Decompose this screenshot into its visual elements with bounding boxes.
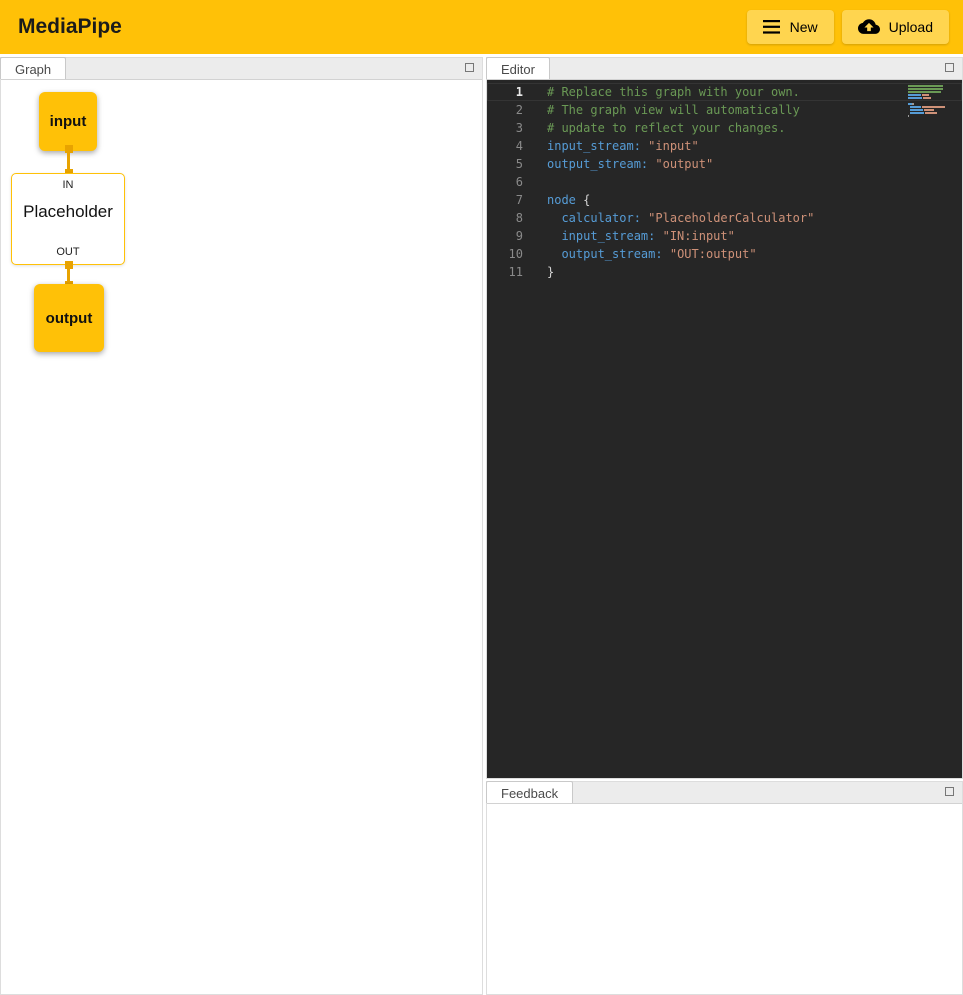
upload-button-label: Upload xyxy=(889,19,933,35)
tab-feedback[interactable]: Feedback xyxy=(486,781,573,803)
code-text: } xyxy=(537,263,554,281)
minimap-line xyxy=(908,115,948,117)
line-number: 6 xyxy=(487,173,537,191)
line-number: 4 xyxy=(487,137,537,155)
tab-graph[interactable]: Graph xyxy=(0,57,66,79)
graph-tabbar: Graph xyxy=(1,58,482,80)
placeholder-in-port-label: IN xyxy=(12,179,124,191)
line-number: 8 xyxy=(487,209,537,227)
app-header: MediaPipe New Upload xyxy=(0,0,963,54)
code-line: 3# update to reflect your changes. xyxy=(487,119,962,137)
port-icon xyxy=(65,145,73,153)
code-text: output_stream: "output" xyxy=(537,155,713,173)
code-text: output_stream: "OUT:output" xyxy=(537,245,757,263)
minimap[interactable] xyxy=(908,85,948,118)
minimap-line xyxy=(908,91,948,93)
cloud-upload-icon xyxy=(858,19,880,35)
code-text: calculator: "PlaceholderCalculator" xyxy=(537,209,814,227)
code-line: 8 calculator: "PlaceholderCalculator" xyxy=(487,209,962,227)
graph-canvas[interactable]: input IN Placeholder OUT output xyxy=(1,80,482,994)
minimap-line xyxy=(908,97,948,99)
feedback-content xyxy=(487,804,962,994)
minimap-line xyxy=(908,85,948,87)
code-text: input_stream: "input" xyxy=(537,137,699,155)
line-number: 5 xyxy=(487,155,537,173)
code-text: input_stream: "IN:input" xyxy=(537,227,735,245)
minimap-line xyxy=(908,112,948,114)
app-title: MediaPipe xyxy=(18,15,122,39)
tab-editor[interactable]: Editor xyxy=(486,57,550,79)
code-text: node { xyxy=(537,191,590,209)
line-number: 3 xyxy=(487,119,537,137)
minimap-line xyxy=(908,100,948,102)
graph-panel: Graph input IN Placeholder OUT output xyxy=(0,57,483,995)
graph-node-output[interactable]: output xyxy=(34,284,104,352)
maximize-icon[interactable] xyxy=(465,63,474,72)
code-text: # Replace this graph with your own. xyxy=(537,83,800,101)
new-button-label: New xyxy=(790,19,818,35)
code-text xyxy=(537,173,554,191)
code-line: 5output_stream: "output" xyxy=(487,155,962,173)
code-lines: 1# Replace this graph with your own.2# T… xyxy=(487,83,962,281)
code-line: 11} xyxy=(487,263,962,281)
port-icon xyxy=(65,261,73,269)
minimap-line xyxy=(908,103,948,105)
code-line: 6 xyxy=(487,173,962,191)
code-text: # The graph view will automatically xyxy=(537,101,800,119)
upload-button[interactable]: Upload xyxy=(842,10,949,44)
code-editor[interactable]: 1# Replace this graph with your own.2# T… xyxy=(487,80,962,778)
code-line: 7node { xyxy=(487,191,962,209)
code-line: 10 output_stream: "OUT:output" xyxy=(487,245,962,263)
feedback-panel: Feedback xyxy=(486,781,963,995)
feedback-tabbar: Feedback xyxy=(487,782,962,804)
edge-input-to-placeholder xyxy=(67,146,70,176)
maximize-icon[interactable] xyxy=(945,787,954,796)
minimap-line xyxy=(908,94,948,96)
line-number: 11 xyxy=(487,263,537,281)
minimap-line xyxy=(908,109,948,111)
placeholder-node-title: Placeholder xyxy=(12,202,124,222)
editor-tabbar: Editor xyxy=(487,58,962,80)
placeholder-out-port-label: OUT xyxy=(12,246,124,258)
line-number: 2 xyxy=(487,101,537,119)
tab-graph-label: Graph xyxy=(15,62,51,77)
code-line: 9 input_stream: "IN:input" xyxy=(487,227,962,245)
minimap-line xyxy=(908,88,948,90)
code-line: 4input_stream: "input" xyxy=(487,137,962,155)
new-button[interactable]: New xyxy=(747,10,834,44)
maximize-icon[interactable] xyxy=(945,63,954,72)
minimap-line xyxy=(908,106,948,108)
line-number: 1 xyxy=(487,83,537,101)
graph-node-placeholder[interactable]: IN Placeholder OUT xyxy=(11,173,125,265)
code-text: # update to reflect your changes. xyxy=(537,119,785,137)
line-number: 7 xyxy=(487,191,537,209)
tab-feedback-label: Feedback xyxy=(501,786,558,801)
line-number: 10 xyxy=(487,245,537,263)
line-number: 9 xyxy=(487,227,537,245)
graph-node-input[interactable]: input xyxy=(39,92,97,151)
code-line: 2# The graph view will automatically xyxy=(487,101,962,119)
menu-icon xyxy=(763,20,781,34)
header-buttons: New Upload xyxy=(747,10,949,44)
code-line: 1# Replace this graph with your own. xyxy=(487,83,962,101)
editor-panel: Editor 1# Replace this graph with your o… xyxy=(486,57,963,779)
tab-editor-label: Editor xyxy=(501,62,535,77)
